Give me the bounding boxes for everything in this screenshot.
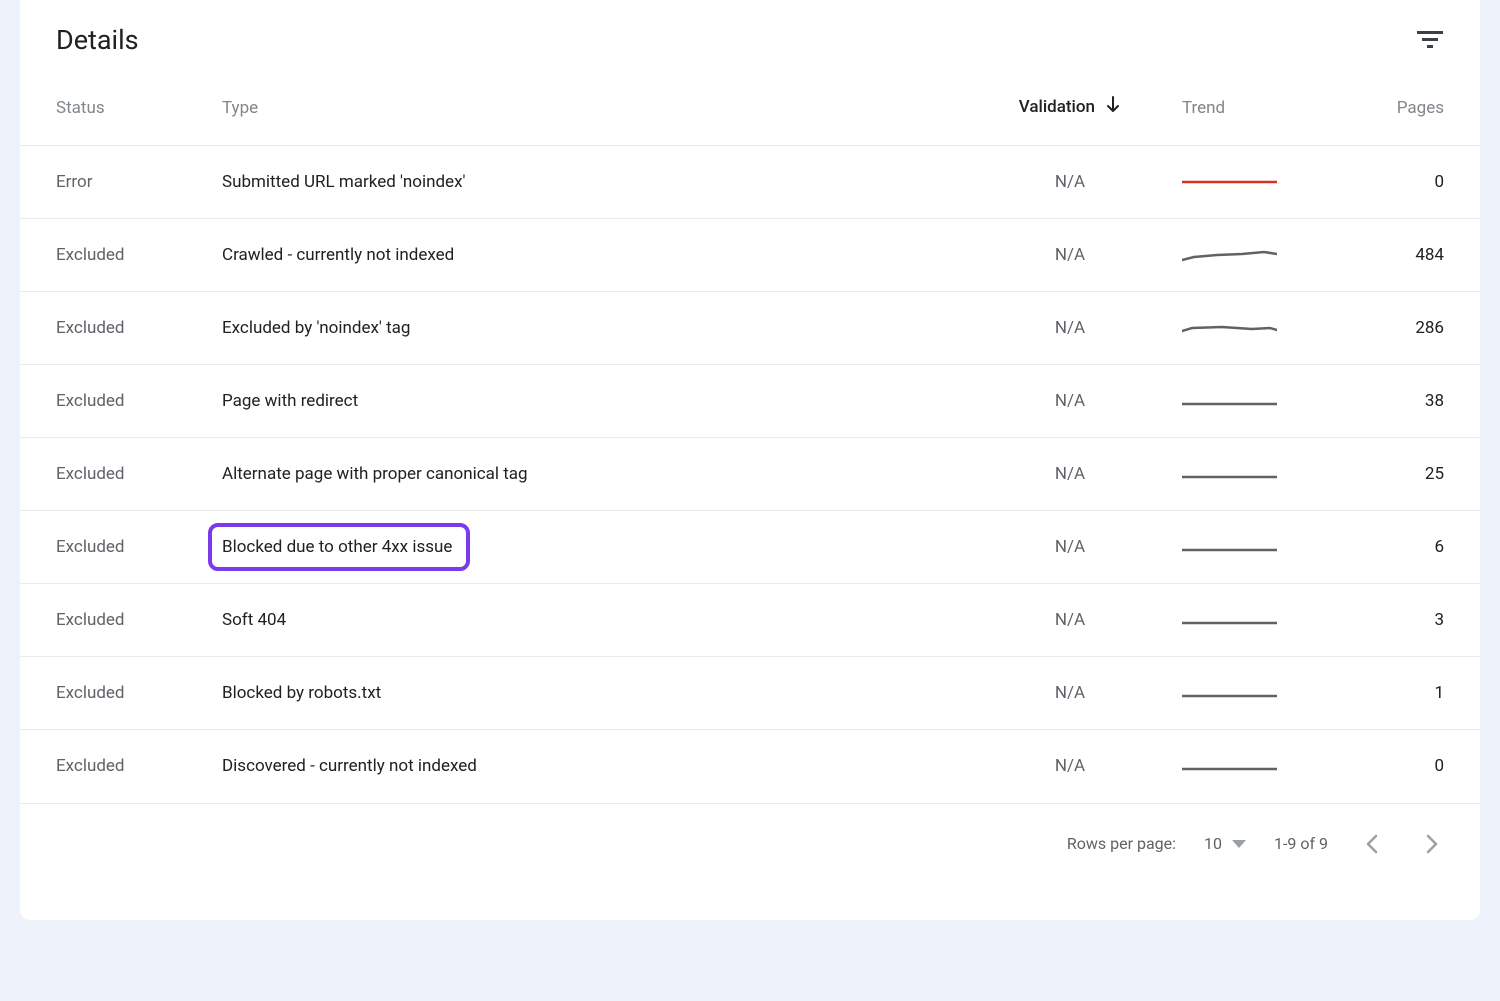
cell-trend [1170, 219, 1340, 292]
cell-validation: N/A [970, 730, 1170, 803]
rows-per-page-value: 10 [1204, 834, 1222, 853]
cell-type: Excluded by 'noindex' tag [210, 292, 970, 365]
col-header-trend-label: Trend [1182, 98, 1225, 118]
cell-trend [1170, 438, 1340, 511]
cell-pages: 286 [1340, 292, 1480, 365]
cell-validation: N/A [970, 146, 1170, 219]
cell-pages: 484 [1340, 219, 1480, 292]
details-card: Details Status Type Validation [20, 0, 1480, 920]
table-row[interactable]: ExcludedBlocked by robots.txtN/A 1 [20, 657, 1480, 730]
cell-validation: N/A [970, 657, 1170, 730]
cell-trend [1170, 146, 1340, 219]
table-body: ErrorSubmitted URL marked 'noindex'N/A0E… [20, 146, 1480, 803]
sparkline-icon [1182, 678, 1277, 708]
cell-validation: N/A [970, 438, 1170, 511]
rows-per-page-label: Rows per page: [1067, 834, 1176, 853]
cell-status: Excluded [20, 365, 210, 438]
sparkline-icon [1182, 240, 1277, 270]
details-table: Status Type Validation Trend Pages Error… [20, 78, 1480, 803]
table-row[interactable]: ExcludedExcluded by 'noindex' tagN/A 286 [20, 292, 1480, 365]
arrow-down-icon [1105, 96, 1121, 119]
cell-trend [1170, 657, 1340, 730]
col-header-pages-label: Pages [1397, 98, 1444, 118]
cell-type: Crawled - currently not indexed [210, 219, 970, 292]
col-header-trend[interactable]: Trend [1170, 78, 1340, 146]
cell-pages: 6 [1340, 511, 1480, 584]
table-row[interactable]: ExcludedDiscovered - currently not index… [20, 730, 1480, 803]
cell-status: Excluded [20, 219, 210, 292]
cell-type: Page with redirect [210, 365, 970, 438]
cell-pages: 1 [1340, 657, 1480, 730]
sparkline-icon [1182, 605, 1277, 635]
cell-pages: 0 [1340, 146, 1480, 219]
card-header: Details [20, 8, 1480, 78]
col-header-validation-label: Validation [1019, 97, 1095, 117]
table-row[interactable]: ExcludedPage with redirectN/A 38 [20, 365, 1480, 438]
chevron-left-icon [1366, 834, 1378, 854]
cell-type: Soft 404 [210, 584, 970, 657]
cell-trend [1170, 730, 1340, 803]
cell-trend [1170, 511, 1340, 584]
cell-status: Error [20, 146, 210, 219]
filter-icon [1417, 31, 1443, 49]
cell-type: Submitted URL marked 'noindex' [210, 146, 970, 219]
cell-validation: N/A [970, 511, 1170, 584]
cell-pages: 3 [1340, 584, 1480, 657]
cell-type: Discovered - currently not indexed [210, 730, 970, 803]
sparkline-icon [1182, 751, 1277, 781]
pagination-range: 1-9 of 9 [1274, 834, 1328, 853]
sparkline-icon [1182, 313, 1277, 343]
col-header-status[interactable]: Status [20, 78, 210, 146]
cell-type: Blocked by robots.txt [210, 657, 970, 730]
table-row[interactable]: ExcludedSoft 404N/A 3 [20, 584, 1480, 657]
cell-pages: 38 [1340, 365, 1480, 438]
table-footer: Rows per page: 10 1-9 of 9 [20, 803, 1480, 870]
cell-validation: N/A [970, 219, 1170, 292]
col-header-pages[interactable]: Pages [1340, 78, 1480, 146]
cell-trend [1170, 365, 1340, 438]
chevron-right-icon [1426, 834, 1438, 854]
filter-button[interactable] [1416, 26, 1444, 54]
prev-page-button[interactable] [1356, 828, 1388, 860]
cell-trend [1170, 584, 1340, 657]
cell-type: Alternate page with proper canonical tag [210, 438, 970, 511]
cell-status: Excluded [20, 438, 210, 511]
cell-status: Excluded [20, 511, 210, 584]
next-page-button[interactable] [1416, 828, 1448, 860]
caret-down-icon [1232, 840, 1246, 848]
cell-status: Excluded [20, 584, 210, 657]
cell-type: Blocked due to other 4xx issue [210, 511, 970, 584]
table-row[interactable]: ExcludedAlternate page with proper canon… [20, 438, 1480, 511]
table-row[interactable]: ExcludedCrawled - currently not indexedN… [20, 219, 1480, 292]
sparkline-icon [1182, 167, 1277, 197]
sparkline-icon [1182, 532, 1277, 562]
cell-status: Excluded [20, 730, 210, 803]
cell-status: Excluded [20, 657, 210, 730]
sparkline-icon [1182, 386, 1277, 416]
table-row[interactable]: ExcludedBlocked due to other 4xx issue N/… [20, 511, 1480, 584]
page-title: Details [56, 24, 139, 56]
table-row[interactable]: ErrorSubmitted URL marked 'noindex'N/A 0 [20, 146, 1480, 219]
cell-validation: N/A [970, 292, 1170, 365]
cell-trend [1170, 292, 1340, 365]
cell-validation: N/A [970, 584, 1170, 657]
table-header-row: Status Type Validation Trend Pages [20, 78, 1480, 146]
cell-pages: 25 [1340, 438, 1480, 511]
sparkline-icon [1182, 459, 1277, 489]
cell-pages: 0 [1340, 730, 1480, 803]
cell-status: Excluded [20, 292, 210, 365]
col-header-status-label: Status [56, 98, 105, 118]
cell-validation: N/A [970, 365, 1170, 438]
col-header-type-label: Type [222, 98, 258, 118]
highlight-box: Blocked due to other 4xx issue [208, 523, 470, 571]
rows-per-page-select[interactable]: 10 [1204, 834, 1246, 853]
col-header-validation[interactable]: Validation [970, 78, 1170, 146]
col-header-type[interactable]: Type [210, 78, 970, 146]
